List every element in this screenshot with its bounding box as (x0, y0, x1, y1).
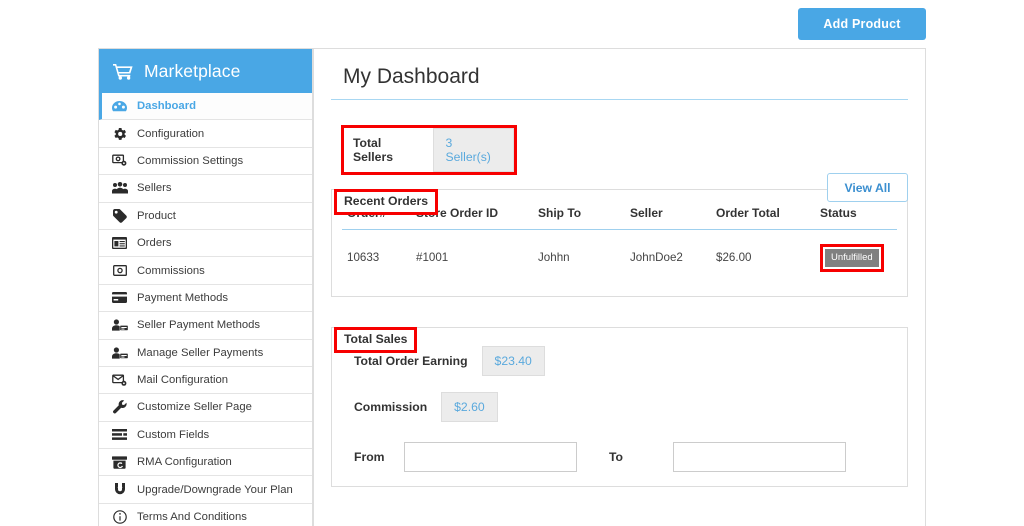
sidebar-item-upgrade-downgrade-plan[interactable]: Upgrade/Downgrade Your Plan (99, 476, 312, 504)
column-header-order-total: Order Total (716, 202, 820, 230)
cell-seller: JohnDoe2 (630, 251, 683, 265)
total-sales-label: Total Sales (334, 326, 418, 353)
date-filter-row: From To (342, 441, 897, 472)
shopping-cart-icon (113, 63, 133, 80)
sidebar-item-label: Configuration (137, 127, 205, 140)
total-order-earning-value: $23.40 (481, 345, 545, 376)
from-date-input[interactable] (404, 441, 577, 472)
dashboard-icon (111, 99, 128, 114)
sidebar-item-commissions[interactable]: Commissions (99, 257, 312, 285)
column-header-ship-to: Ship To (538, 202, 630, 230)
top-bar: Add Product (0, 0, 1024, 48)
sidebar-item-label: RMA Configuration (137, 456, 232, 469)
total-order-earning-row: Total Order Earning $23.40 (342, 345, 897, 376)
to-label: To (609, 449, 623, 464)
sidebar-item-custom-fields[interactable]: Custom Fields (99, 421, 312, 450)
sidebar-item-manage-seller-payments[interactable]: Manage Seller Payments (99, 339, 312, 367)
rows-icon (111, 427, 128, 442)
sidebar-item-label: Mail Configuration (137, 374, 229, 387)
sidebar-item-label: Upgrade/Downgrade Your Plan (137, 483, 293, 496)
wrench-icon (111, 400, 128, 415)
sidebar-item-terms-and-conditions[interactable]: Terms And Conditions (99, 503, 312, 526)
recent-orders-label: Recent Orders (334, 189, 438, 216)
status-badge: Unfulfilled (825, 249, 879, 267)
sidebar-item-label: Commission Settings (137, 154, 244, 167)
cell-order-total: $26.00 (716, 251, 752, 265)
sidebar-item-mail-configuration[interactable]: Mail Configuration (99, 366, 312, 395)
list-box-icon (111, 236, 128, 251)
gear-icon (111, 126, 128, 141)
money-gear-icon (111, 153, 128, 168)
sidebar-item-label: Commissions (137, 264, 205, 277)
credit-card-icon (111, 290, 128, 305)
total-order-earning-label: Total Order Earning (354, 353, 468, 368)
view-all-button[interactable]: View All (827, 173, 908, 202)
cell-store-order-id: #1001 (416, 251, 449, 265)
users-icon (111, 181, 128, 196)
sidebar-item-orders[interactable]: Orders (99, 229, 312, 258)
total-sales-panel: Total Order Earning $23.40 Commission $2… (331, 326, 908, 487)
sidebar-item-dashboard[interactable]: Dashboard (99, 93, 312, 121)
info-circle-icon (111, 510, 128, 525)
page-root: Add Product Marketplace Dashboard Config… (0, 0, 1024, 526)
sidebar: Marketplace Dashboard Configuration Comm… (98, 48, 313, 526)
sidebar-item-configuration[interactable]: Configuration (99, 120, 312, 148)
recent-orders-section: Recent Orders View All Order# Store Orde… (331, 173, 908, 297)
sidebar-item-label: Sellers (137, 182, 172, 195)
sidebar-item-label: Payment Methods (137, 291, 229, 304)
sidebar-item-label: Customize Seller Page (137, 401, 252, 414)
sidebar-item-label: Orders (137, 237, 172, 250)
main-content: My Dashboard Total Sellers 3 Seller(s) R… (313, 48, 926, 526)
cell-status: Unfulfilled (820, 230, 897, 280)
sidebar-header: Marketplace (99, 49, 312, 93)
sidebar-item-commission-settings[interactable]: Commission Settings (99, 147, 312, 176)
sidebar-item-rma-configuration[interactable]: RMA Configuration (99, 449, 312, 477)
total-sellers-highlight: Total Sellers 3 Seller(s) (341, 125, 517, 175)
sidebar-item-label: Manage Seller Payments (137, 346, 264, 359)
cell-ship-to: Johhn (538, 251, 570, 265)
add-product-button[interactable]: Add Product (798, 8, 926, 40)
to-date-input[interactable] (673, 441, 846, 472)
sidebar-item-payment-methods[interactable]: Payment Methods (99, 284, 312, 313)
status-highlight: Unfulfilled (820, 244, 884, 272)
sidebar-item-product[interactable]: Product (99, 202, 312, 230)
total-sellers-value[interactable]: 3 Seller(s) (432, 128, 514, 172)
sidebar-nav: Dashboard Configuration Commission Setti… (99, 93, 312, 526)
column-header-status: Status (820, 202, 897, 230)
sidebar-item-label: Dashboard (137, 100, 197, 113)
sidebar-item-label: Seller Payment Methods (137, 319, 261, 332)
package-return-icon (111, 455, 128, 470)
commission-label: Commission (354, 399, 428, 414)
page-title: My Dashboard (331, 49, 908, 100)
upgrade-icon (111, 482, 128, 497)
commission-row: Commission $2.60 (342, 391, 897, 422)
total-sales-section: Total Sales Total Order Earning $23.40 C… (331, 326, 908, 487)
sidebar-item-customize-seller-page[interactable]: Customize Seller Page (99, 394, 312, 422)
cell-order-number: 10633 (347, 251, 380, 265)
commission-value: $2.60 (441, 391, 498, 422)
total-sellers-label: Total Sellers (353, 136, 393, 164)
sidebar-item-label: Terms And Conditions (137, 511, 247, 524)
user-card-icon (111, 345, 128, 360)
tag-icon (111, 208, 128, 223)
table-row[interactable]: 10633 #1001 Johhn JohnDoe2 $26.00 Unfulf… (342, 230, 897, 280)
column-header-seller: Seller (630, 202, 716, 230)
money-icon (111, 263, 128, 278)
user-card-icon (111, 318, 128, 333)
mail-gear-icon (111, 373, 128, 388)
sidebar-item-label: Custom Fields (137, 428, 210, 441)
sidebar-item-seller-payment-methods[interactable]: Seller Payment Methods (99, 312, 312, 340)
from-label: From (354, 449, 385, 464)
sidebar-item-sellers[interactable]: Sellers (99, 175, 312, 203)
sidebar-brand-label: Marketplace (144, 60, 241, 81)
sidebar-item-label: Product (137, 209, 176, 222)
